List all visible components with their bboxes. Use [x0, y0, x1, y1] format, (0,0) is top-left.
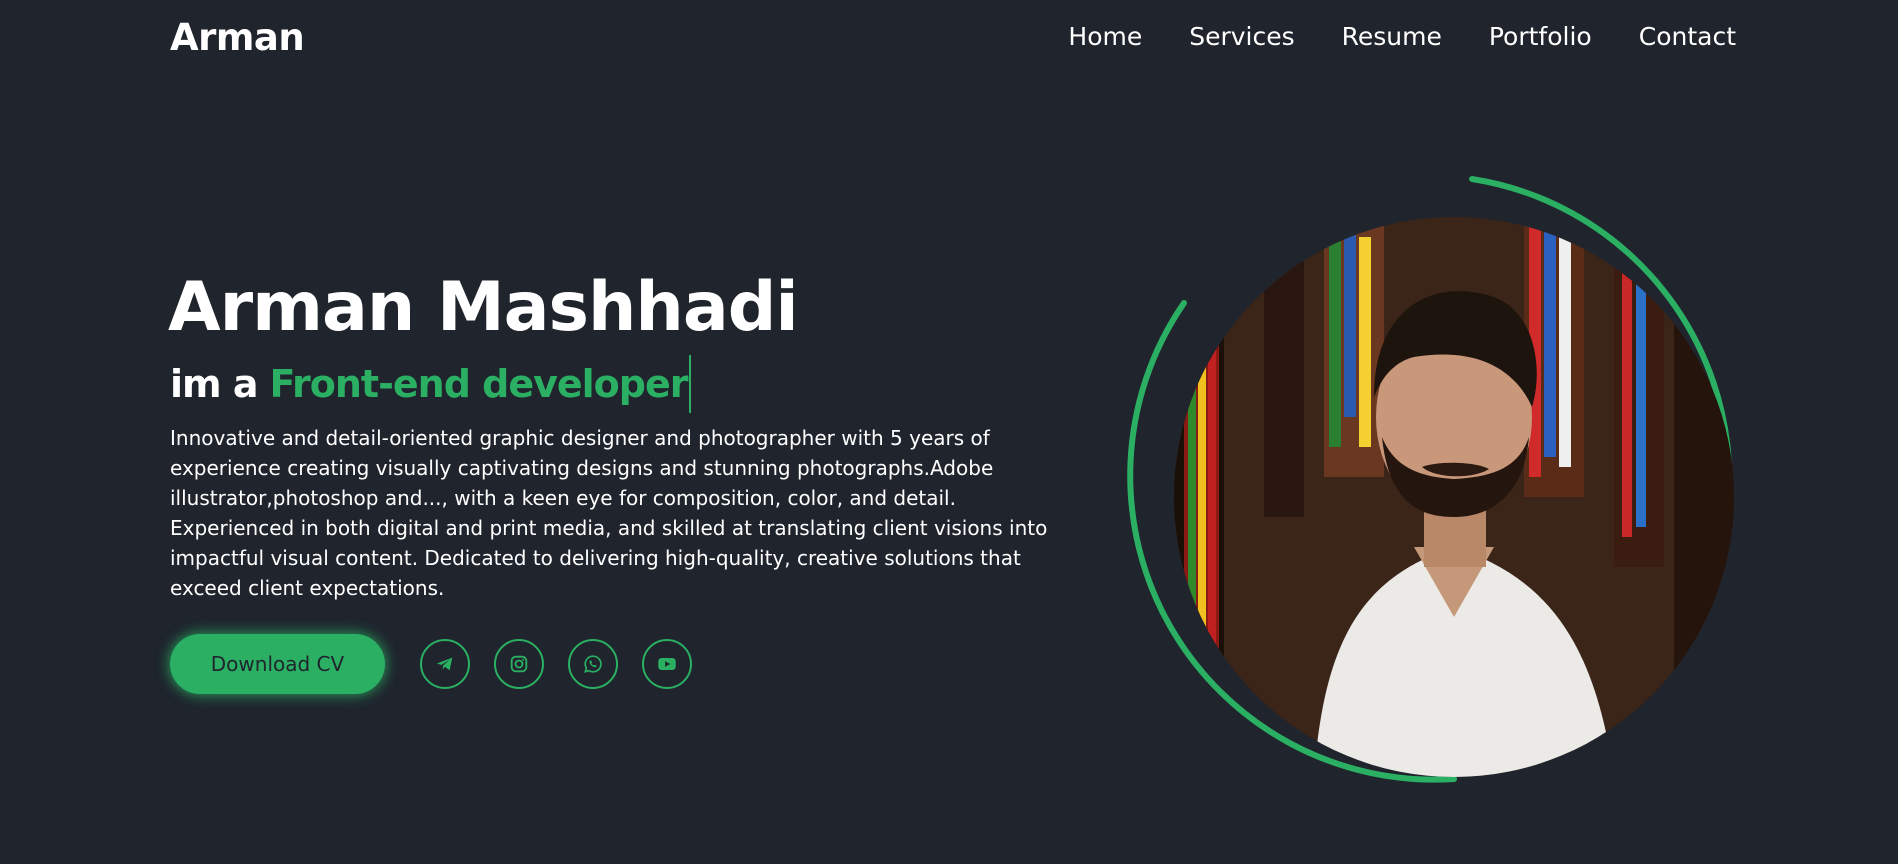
main-nav: Home Services Resume Portfolio Contact: [1068, 22, 1736, 51]
profile-photo: [1174, 217, 1734, 777]
nav-home[interactable]: Home: [1068, 22, 1142, 51]
instagram-link[interactable]: [494, 639, 544, 689]
nav-contact[interactable]: Contact: [1639, 22, 1736, 51]
nav-portfolio[interactable]: Portfolio: [1489, 22, 1592, 51]
hero-description: Innovative and detail-oriented graphic d…: [170, 426, 1048, 600]
typing-caret: [689, 355, 692, 413]
hero-role: im a Front-end developer: [170, 355, 692, 413]
hero-name: Arman Mashhadi: [168, 268, 799, 347]
telegram-icon: [436, 657, 453, 671]
hero-role-highlight: Front-end developer: [269, 362, 689, 406]
hero-role-prefix: im a: [170, 362, 258, 406]
youtube-link[interactable]: [642, 639, 692, 689]
hero-portrait: [1124, 175, 1738, 789]
download-cv-button[interactable]: Download CV: [170, 634, 385, 694]
hero-actions: Download CV: [170, 634, 716, 694]
whatsapp-link[interactable]: [568, 639, 618, 689]
nav-services[interactable]: Services: [1189, 22, 1294, 51]
nav-resume[interactable]: Resume: [1342, 22, 1442, 51]
site-logo[interactable]: Arman: [170, 16, 305, 59]
whatsapp-icon: [584, 655, 602, 673]
site-header: Arman Home Services Resume Portfolio Con…: [0, 0, 1898, 80]
instagram-icon: [510, 655, 528, 673]
telegram-link[interactable]: [420, 639, 470, 689]
profile-photo-image: [1174, 217, 1734, 777]
youtube-icon: [658, 658, 676, 670]
